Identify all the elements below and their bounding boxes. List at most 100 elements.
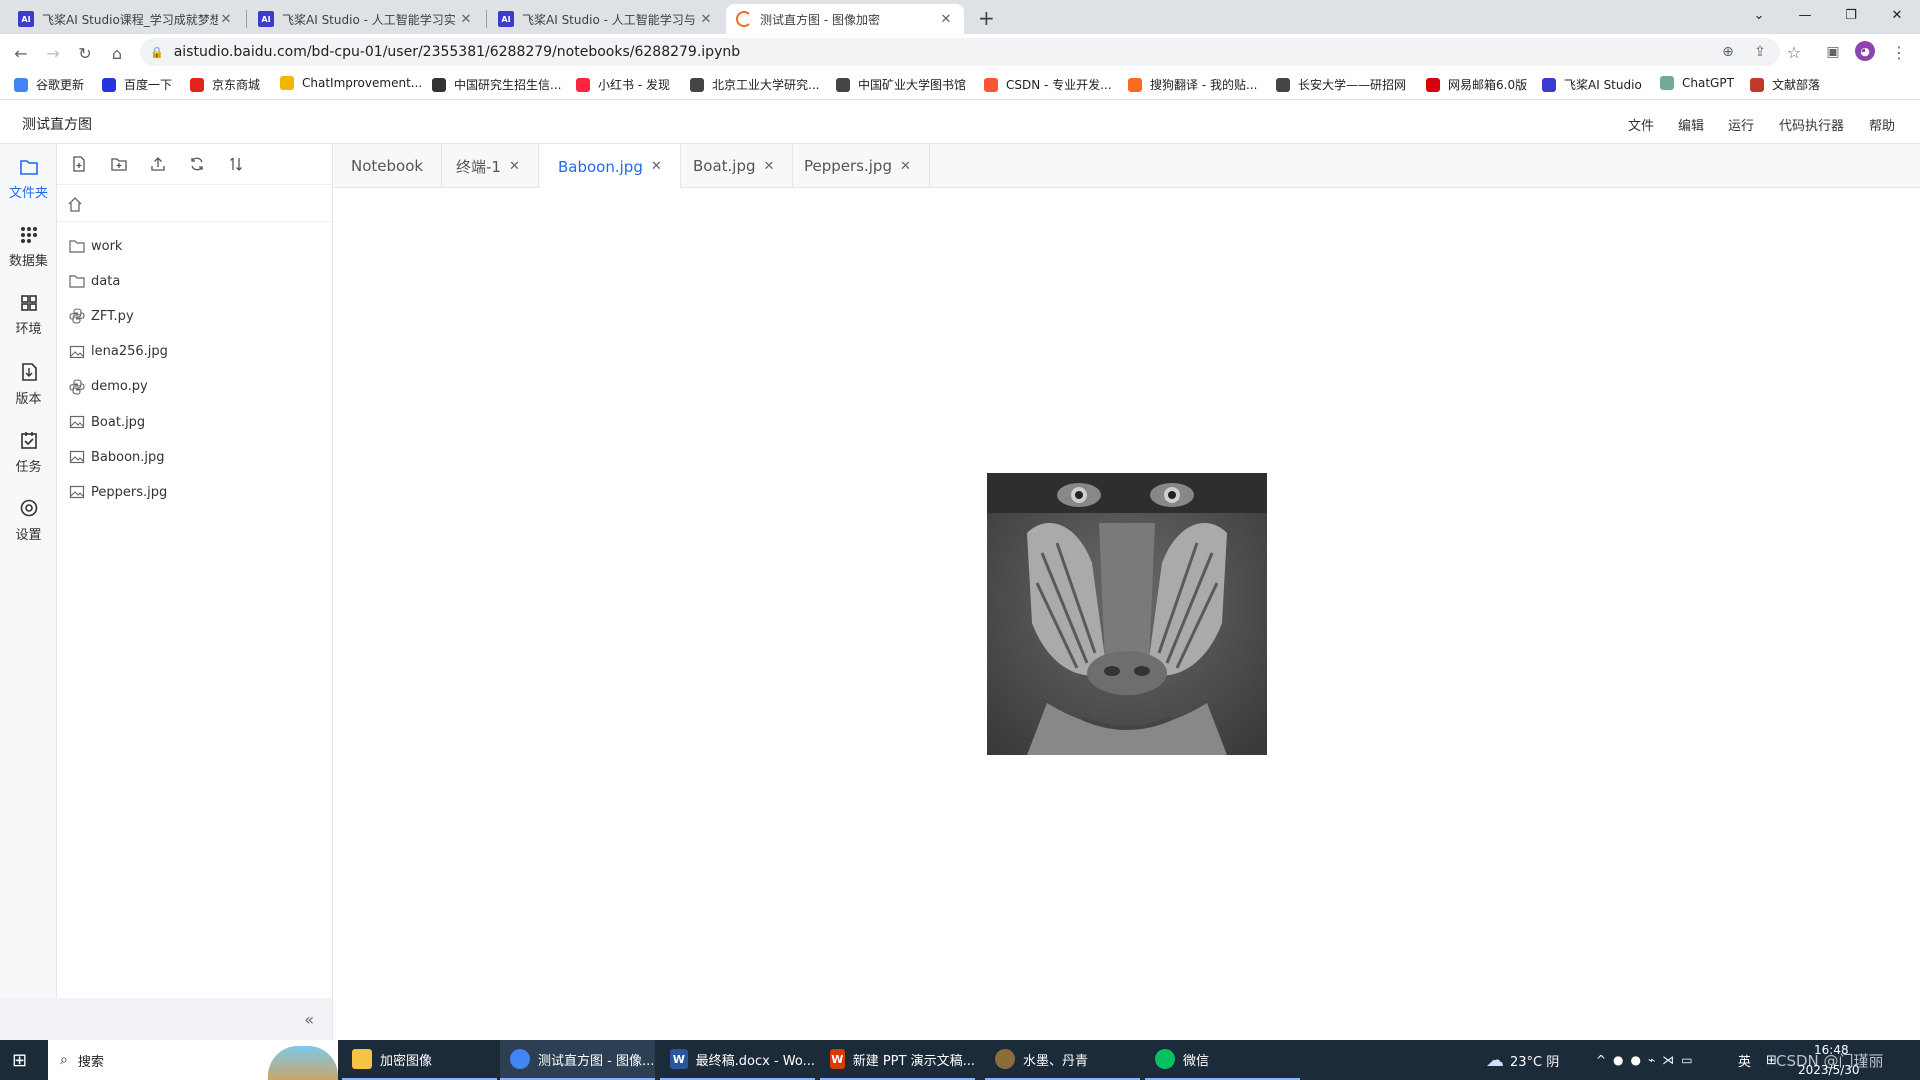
file-item[interactable]: Baboon.jpg [69, 447, 165, 467]
folder-icon [69, 275, 85, 288]
browser-tab-3[interactable]: AI 飞桨AI Studio - 人工智能学习与 ✕ [488, 4, 724, 34]
bookmark-item[interactable]: 中国矿业大学图书馆 [836, 76, 966, 93]
tab-peppers-jpg[interactable]: Peppers.jpg ✕ [786, 144, 930, 188]
taskbar-app-wechat[interactable]: 微信 [1145, 1040, 1300, 1080]
bookmark-favicon-icon [1426, 77, 1440, 92]
menu-help[interactable]: 帮助 [1869, 115, 1895, 134]
nav-item-environment[interactable]: 环境 [0, 294, 57, 337]
menu-run[interactable]: 运行 [1728, 115, 1754, 134]
bookmark-star-icon[interactable]: ☆ [1783, 41, 1805, 63]
close-icon[interactable]: ✕ [764, 159, 775, 174]
refresh-icon[interactable] [187, 154, 207, 174]
taskbar-app-explorer[interactable]: 加密图像 [342, 1040, 497, 1080]
task-icon [20, 432, 37, 449]
new-tab-button[interactable]: + [978, 6, 995, 30]
file-item[interactable]: work [69, 236, 122, 256]
bookmark-item[interactable]: 百度一下 [102, 76, 172, 93]
file-item[interactable]: lena256.jpg [69, 342, 168, 362]
browser-tab-1[interactable]: AI 飞桨AI Studio课程_学习成就梦想 ✕ [8, 4, 244, 34]
side-panel-icon[interactable]: ▣ [1822, 41, 1844, 63]
bookmark-item[interactable]: 北京工业大学研究... [690, 76, 819, 93]
close-icon[interactable]: ✕ [651, 159, 662, 174]
restore-button[interactable]: ❐ [1828, 0, 1874, 30]
clock-time[interactable]: 16:48 [1814, 1040, 1849, 1060]
collapse-panel-icon[interactable]: « [304, 1010, 314, 1029]
file-item[interactable]: Peppers.jpg [69, 482, 167, 502]
tab-boat-jpg[interactable]: Boat.jpg ✕ [675, 144, 794, 188]
profile-avatar[interactable]: ◕ [1855, 41, 1875, 61]
share-icon[interactable]: ⇪ [1749, 41, 1771, 63]
bookmark-favicon-icon [102, 77, 116, 92]
upload-icon[interactable] [148, 154, 168, 174]
close-icon[interactable]: ✕ [698, 12, 714, 27]
browser-tab-4[interactable]: 测试直方图 - 图像加密 ✕ [726, 4, 964, 34]
bookmark-label: 北京工业大学研究... [712, 78, 820, 92]
zoom-icon[interactable]: ⊕ [1717, 41, 1739, 63]
nav-item-dataset[interactable]: 数据集 [0, 226, 57, 269]
tab-notebook[interactable]: Notebook [333, 144, 443, 188]
new-file-icon[interactable] [69, 154, 89, 174]
close-icon[interactable]: ✕ [218, 12, 234, 27]
bookmark-item[interactable]: 搜狗翻译 - 我的贴... [1128, 76, 1257, 93]
windows-start-icon[interactable]: ⊞ [12, 1040, 27, 1080]
taskbar-app-photo[interactable]: 水墨、丹青 [985, 1040, 1140, 1080]
back-arrow-icon[interactable]: ← [10, 42, 32, 64]
browser-tab-title: 飞桨AI Studio - 人工智能学习实 [282, 12, 456, 27]
file-item[interactable]: ZFT.py [69, 306, 134, 326]
bookmark-label: 中国矿业大学图书馆 [858, 78, 967, 92]
bookmark-item[interactable]: CSDN - 专业开发... [984, 76, 1112, 93]
nav-item-folder[interactable]: 文件夹 [0, 158, 57, 201]
clock-date[interactable]: 2023/5/30 [1798, 1060, 1860, 1080]
bookmark-item[interactable]: ChatGPT [1660, 76, 1734, 90]
page-title: 测试直方图 [22, 117, 92, 133]
tab-search-chevron-icon[interactable]: ⌄ [1736, 0, 1782, 30]
file-item[interactable]: data [69, 271, 120, 291]
browser-tab-title: 飞桨AI Studio课程_学习成就梦想 [42, 12, 218, 27]
taskbar-app-wps[interactable]: W 新建 PPT 演示文稿... [820, 1040, 975, 1080]
menu-code-executor[interactable]: 代码执行器 [1779, 115, 1844, 134]
sort-icon[interactable] [226, 154, 246, 174]
more-menu-icon[interactable]: ⋮ [1888, 41, 1910, 63]
minimize-button[interactable]: — [1782, 0, 1828, 30]
close-icon[interactable]: ✕ [458, 12, 474, 27]
taskbar-app-chrome[interactable]: 测试直方图 - 图像... [500, 1040, 655, 1080]
taskbar-app-word[interactable]: W 最终稿.docx - Wo... [660, 1040, 815, 1080]
taskbar-search[interactable]: ⌕ 搜索 [48, 1040, 338, 1080]
address-bar[interactable]: 🔒 aistudio.baidu.com/bd-cpu-01/user/2355… [140, 38, 1780, 66]
home-icon[interactable]: ⌂ [106, 42, 128, 64]
menu-edit[interactable]: 编辑 [1678, 115, 1704, 134]
bookmark-item[interactable]: ChatImprovement... [280, 76, 422, 90]
nav-item-settings[interactable]: 设置 [0, 498, 57, 543]
bookmark-item[interactable]: 谷歌更新 [14, 76, 84, 93]
weather-widget[interactable]: ☁ 23°C 阴 [1486, 1040, 1559, 1080]
ime-indicator[interactable]: 英 [1738, 1040, 1751, 1080]
menu-file[interactable]: 文件 [1628, 115, 1654, 134]
bookmark-item[interactable]: 长安大学——研招网 [1276, 76, 1406, 93]
close-icon[interactable]: ✕ [509, 159, 520, 174]
close-icon[interactable]: ✕ [938, 12, 954, 27]
nav-item-version[interactable]: 版本 [0, 362, 57, 407]
bookmark-item[interactable]: 京东商城 [190, 76, 260, 93]
tab-terminal-1[interactable]: 终端-1 ✕ [438, 144, 539, 188]
bookmark-item[interactable]: 中国研究生招生信... [432, 76, 561, 93]
browser-tab-title: 飞桨AI Studio - 人工智能学习与 [522, 12, 696, 27]
file-item[interactable]: demo.py [69, 377, 148, 397]
bookmark-label: 文献部落 [1772, 78, 1821, 92]
close-icon[interactable]: ✕ [900, 159, 911, 174]
bookmark-item[interactable]: 文献部落 [1750, 76, 1820, 93]
browser-tab-2[interactable]: AI 飞桨AI Studio - 人工智能学习实 ✕ [248, 4, 484, 34]
system-tray-icons[interactable]: ^●●⌁⋊▭ [1596, 1040, 1700, 1080]
reload-icon[interactable]: ↻ [74, 42, 96, 64]
window-close-button[interactable]: ✕ [1874, 0, 1920, 30]
home-icon[interactable] [67, 197, 83, 212]
bookmark-item[interactable]: 网易邮箱6.0版 [1426, 76, 1527, 93]
bookmark-item[interactable]: 小红书 - 发现 [576, 76, 670, 93]
taskbar-app-label: 微信 [1183, 1053, 1210, 1069]
nav-item-task[interactable]: 任务 [0, 430, 57, 475]
forward-arrow-icon[interactable]: → [42, 42, 64, 64]
tab-baboon-jpg[interactable]: Baboon.jpg ✕ [540, 144, 681, 189]
new-folder-icon[interactable] [109, 154, 129, 174]
file-item[interactable]: Boat.jpg [69, 412, 145, 432]
bookmark-item[interactable]: 飞桨AI Studio [1542, 76, 1642, 93]
file-browser: work data ZFT.py lena256.jpg demo.py Boat.jpg… [57, 144, 333, 998]
